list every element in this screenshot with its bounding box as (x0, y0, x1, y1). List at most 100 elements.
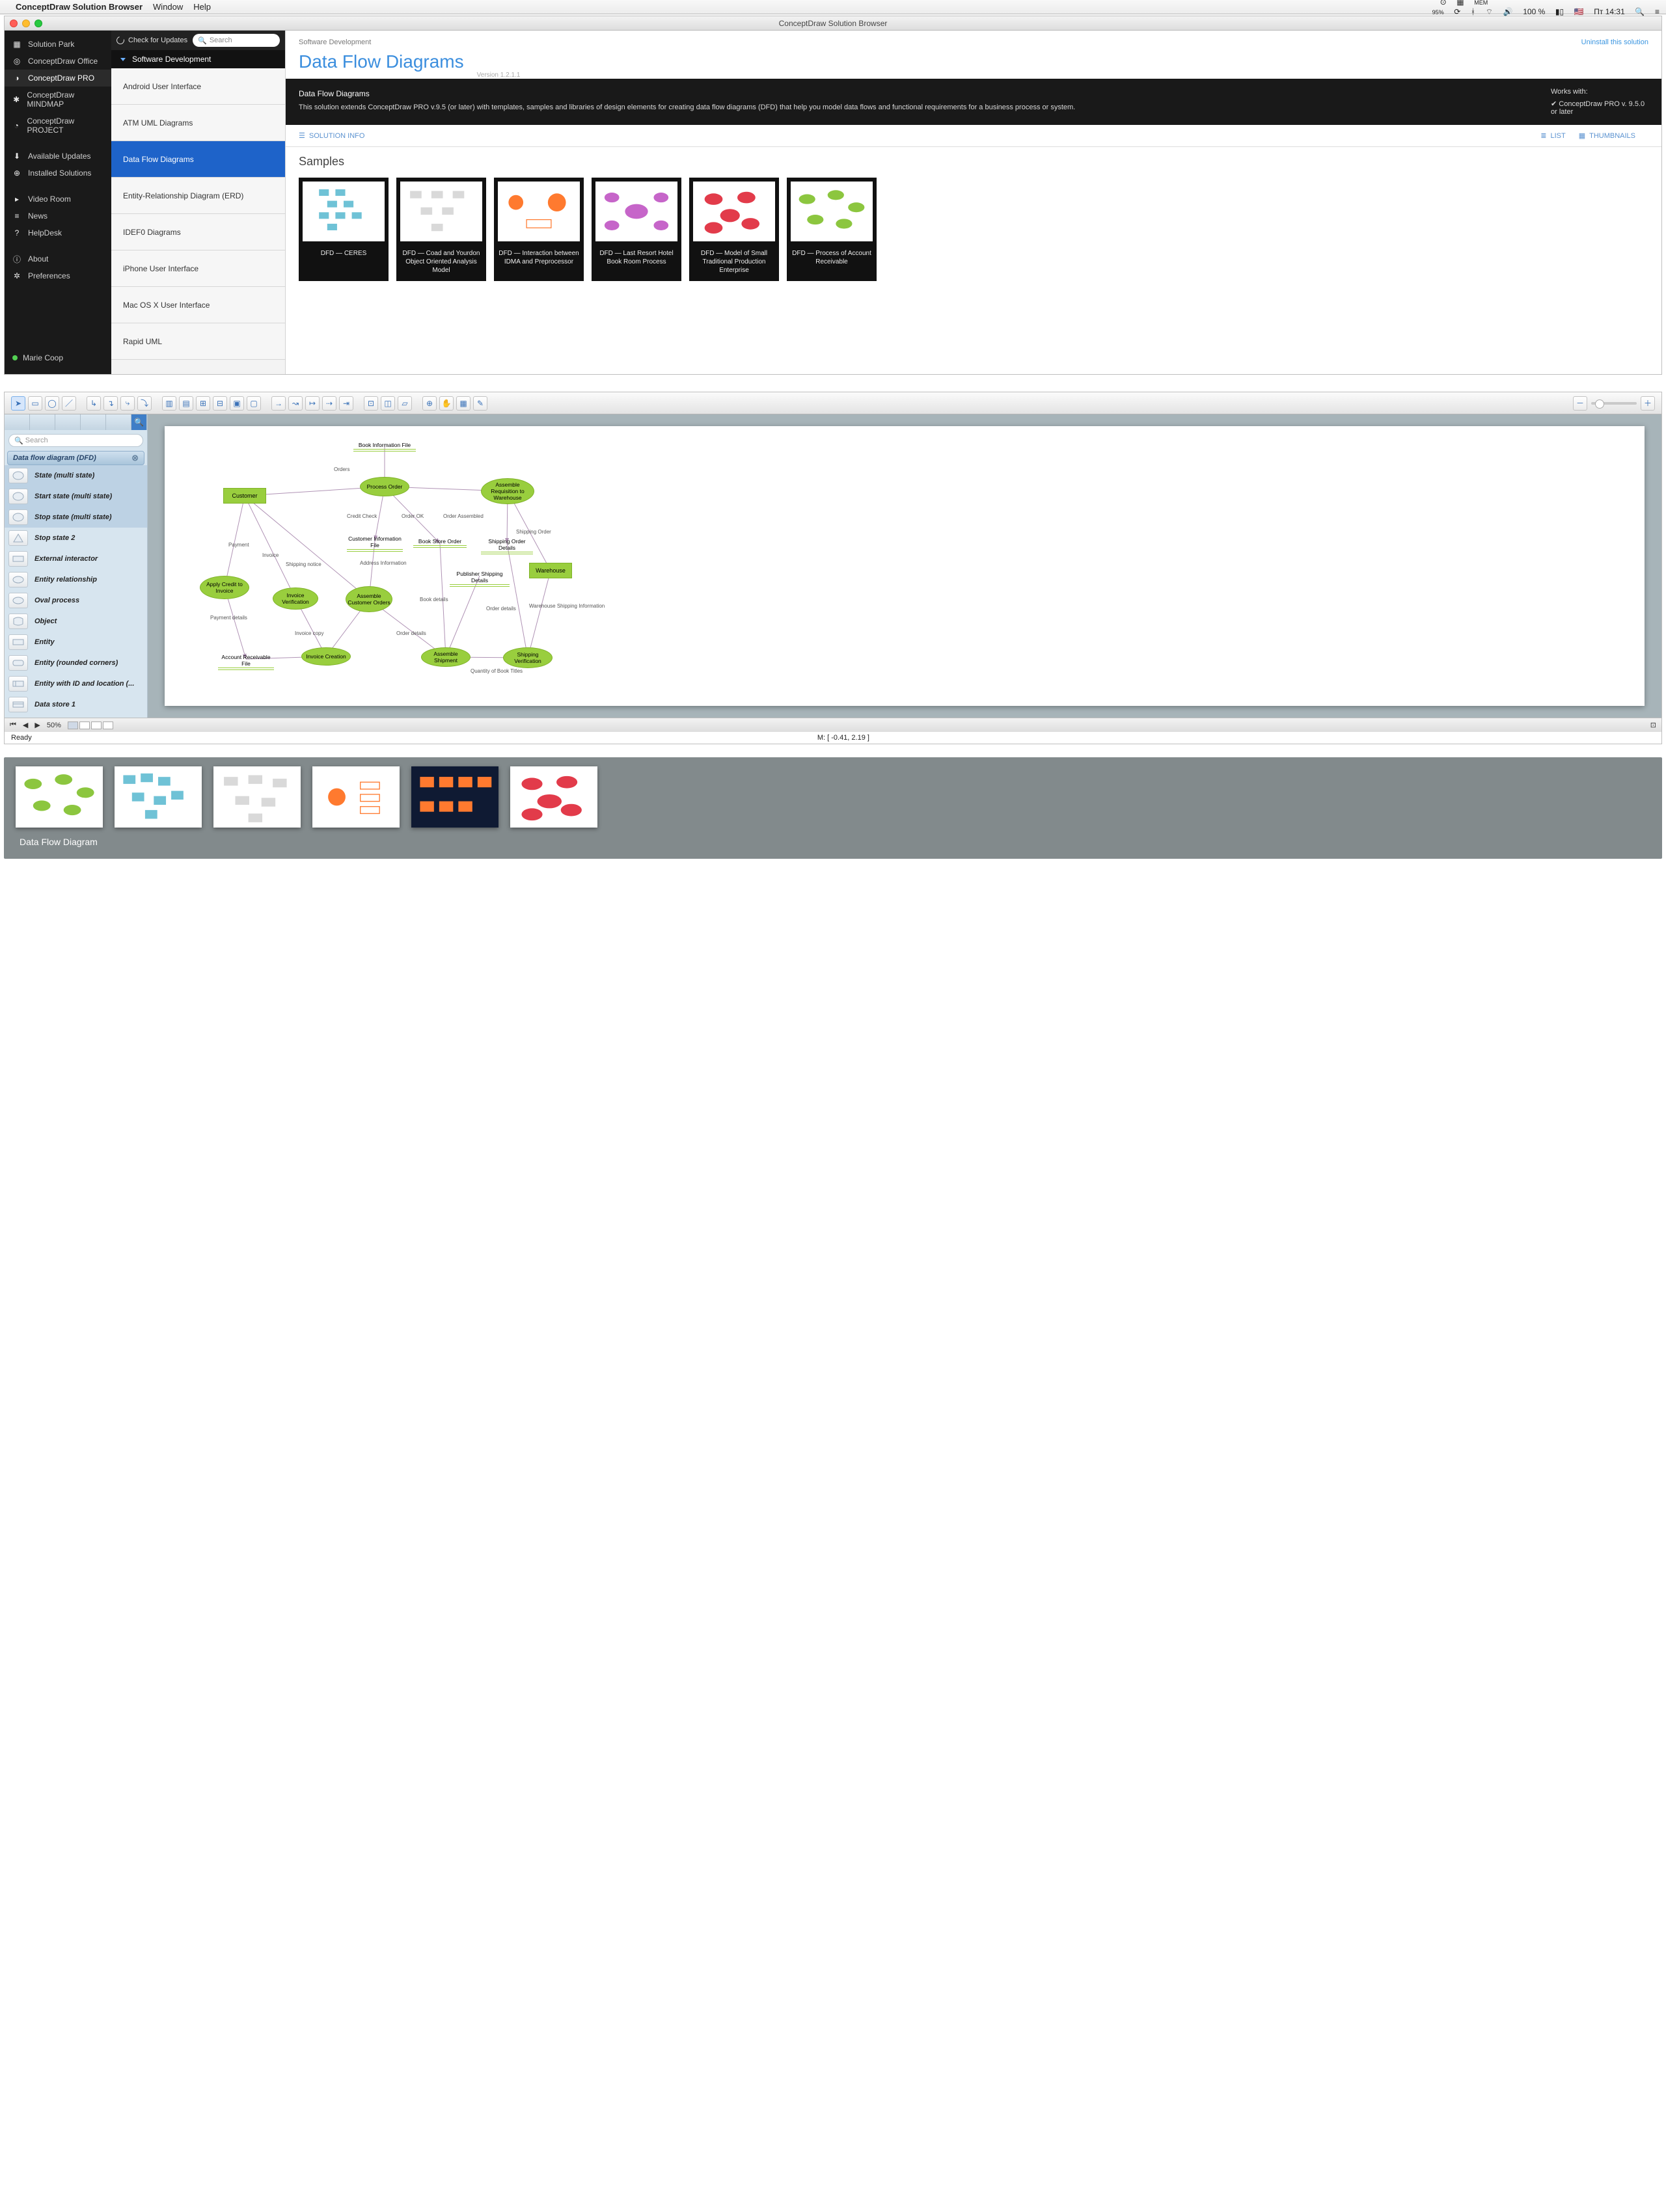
dfd-process[interactable]: Assemble Requisition to Warehouse (481, 478, 534, 504)
volume-icon[interactable]: 🔊 (1503, 7, 1513, 16)
lib-tab-2[interactable] (30, 414, 55, 430)
library-shape-row[interactable]: Entity (rounded corners) (5, 653, 147, 673)
sidebar-item[interactable]: ◔ConceptDraw PROJECT (5, 113, 111, 139)
spotlight-icon[interactable]: 🔍 (1635, 7, 1645, 16)
dfd-datastore[interactable]: Account Receivable File (218, 654, 274, 668)
bluetooth-icon[interactable]: ᚼ (1471, 7, 1475, 16)
sidebar-item[interactable]: ≡News (5, 208, 111, 224)
solution-list-item[interactable]: Rapid UML (111, 323, 285, 360)
tool-snap1[interactable]: ⊡ (364, 396, 378, 411)
minimize-icon[interactable] (22, 20, 30, 27)
tool-connector2[interactable]: ↴ (103, 396, 118, 411)
tool-arrow-style1[interactable]: → (271, 396, 286, 411)
dfd-entity[interactable]: Customer (223, 488, 266, 504)
dfd-datastore[interactable]: Book Information File (353, 442, 416, 450)
library-shape-row[interactable]: Stop state 2 (5, 528, 147, 548)
solution-list-item[interactable]: iPhone User Interface (111, 250, 285, 287)
page-thumb-4[interactable] (103, 722, 113, 729)
sidebar-item[interactable]: ⓘAbout (5, 250, 111, 267)
library-shape-row[interactable]: Stop state (multi state) (5, 507, 147, 528)
tool-group[interactable]: ⊞ (196, 396, 210, 411)
sidebar-item[interactable]: ▸Video Room (5, 191, 111, 208)
library-title[interactable]: Data flow diagram (DFD)⊗ (7, 451, 144, 465)
tool-arrow-style5[interactable]: ⇥ (339, 396, 353, 411)
search-input[interactable]: 🔍 Search (193, 34, 280, 47)
diagram-page[interactable]: CustomerWarehouseProcess OrderAssemble R… (165, 426, 1645, 706)
tool-zoom-fit[interactable]: ⊕ (422, 396, 437, 411)
menu-window[interactable]: Window (153, 2, 183, 12)
tool-connector3[interactable]: ⤷ (120, 396, 135, 411)
sample-card[interactable]: DFD — Coad and Yourdon Object Oriented A… (396, 178, 486, 281)
battery-text[interactable]: 100 % (1523, 7, 1545, 16)
template-thumb-6[interactable] (510, 766, 597, 828)
tool-connector1[interactable]: ↳ (87, 396, 101, 411)
canvas-area[interactable]: CustomerWarehouseProcess OrderAssemble R… (148, 414, 1661, 718)
page-thumb-3[interactable] (91, 722, 102, 729)
clock-icon[interactable]: ⊙ (1440, 0, 1447, 7)
library-shape-row[interactable]: Entity (5, 632, 147, 653)
dfd-process[interactable]: Invoice Verification (273, 587, 318, 610)
library-shape-row[interactable]: External interactor (5, 548, 147, 569)
tool-snap2[interactable]: ◫ (381, 396, 395, 411)
sidebar-item[interactable]: ✲Preferences (5, 267, 111, 284)
tool-front[interactable]: ▣ (230, 396, 244, 411)
dfd-datastore[interactable]: Shipping Order Details (481, 538, 533, 552)
solution-list-item[interactable]: ATM UML Diagrams (111, 105, 285, 141)
sidebar-item[interactable]: ✱ConceptDraw MINDMAP (5, 87, 111, 113)
uninstall-link[interactable]: Uninstall this solution (1581, 38, 1648, 46)
app-menu[interactable]: ConceptDraw Solution Browser (16, 2, 143, 12)
dfd-datastore[interactable]: Customer Information File (347, 535, 403, 550)
close-icon[interactable]: ⊗ (131, 453, 139, 463)
flag-icon[interactable]: 🇺🇸 (1574, 7, 1584, 16)
page-next[interactable]: ▶ (34, 721, 40, 729)
tool-align2[interactable]: ▤ (179, 396, 193, 411)
zoom-in-button[interactable]: ＋ (1641, 396, 1655, 411)
solution-list-item[interactable]: Data Flow Diagrams (111, 141, 285, 178)
titlebar[interactable]: ConceptDraw Solution Browser (5, 16, 1661, 31)
page-first[interactable]: ⏮ (10, 721, 16, 729)
dfd-entity[interactable]: Warehouse (529, 563, 572, 578)
tool-pan[interactable]: ✋ (439, 396, 454, 411)
tool-ungroup[interactable]: ⊟ (213, 396, 227, 411)
breadcrumb[interactable]: Software Development (299, 38, 371, 46)
tool-arrow[interactable]: ➤ (11, 396, 25, 411)
menu-help[interactable]: Help (193, 2, 211, 12)
tool-ellipse[interactable]: ◯ (45, 396, 59, 411)
dfd-datastore[interactable]: Book Store Order (413, 538, 467, 546)
solution-list-item[interactable]: Entity-Relationship Diagram (ERD) (111, 178, 285, 214)
template-thumb-3[interactable] (213, 766, 301, 828)
sample-card[interactable]: DFD — Process of Account Receivable (787, 178, 877, 281)
clock-text[interactable]: Пт 14:31 (1594, 7, 1624, 16)
close-icon[interactable] (10, 20, 18, 27)
dfd-process[interactable]: Assemble Customer Orders (346, 586, 392, 612)
dfd-process[interactable]: Assemble Shipment (421, 647, 471, 667)
library-shape-row[interactable]: Start state (multi state) (5, 486, 147, 507)
library-shape-row[interactable]: Data store 1 (5, 694, 147, 715)
user-status[interactable]: Marie Coop (5, 347, 111, 369)
page-prev[interactable]: ◀ (23, 721, 28, 729)
tool-eyedropper[interactable]: ✎ (473, 396, 487, 411)
check-updates-button[interactable]: Check for Updates (116, 36, 187, 44)
solution-list-item[interactable]: IDEF0 Diagrams (111, 214, 285, 250)
template-thumb-2[interactable] (115, 766, 202, 828)
sample-card[interactable]: DFD — Interaction between IDMA and Prepr… (494, 178, 584, 281)
tab-list[interactable]: ≣LIST (1540, 131, 1565, 140)
dfd-process[interactable]: Apply Credit to Invoice (200, 576, 249, 599)
zoom-icon[interactable] (34, 20, 42, 27)
sample-card[interactable]: DFD — Last Resort Hotel Book Room Proces… (592, 178, 681, 281)
dfd-datastore[interactable]: Publisher Shipping Details (450, 571, 510, 585)
sidebar-item[interactable]: ?HelpDesk (5, 224, 111, 241)
zoom-value[interactable]: 50% (47, 722, 61, 729)
dfd-process[interactable]: Invoice Creation (301, 647, 351, 666)
sidebar-item[interactable]: ◎ConceptDraw Office (5, 53, 111, 70)
tab-solution-info[interactable]: ☰SOLUTION INFO (299, 131, 364, 140)
library-shape-row[interactable]: Oval process (5, 590, 147, 611)
sidebar-item[interactable]: ⬇Available Updates (5, 148, 111, 165)
tool-line[interactable]: ／ (62, 396, 76, 411)
library-search-input[interactable]: 🔍 Search (8, 434, 143, 447)
category-header[interactable]: Software Development (111, 50, 285, 68)
lib-tab-3[interactable] (55, 414, 81, 430)
page-thumb-1[interactable] (68, 722, 78, 729)
dfd-process[interactable]: Shipping Verification (503, 647, 553, 668)
sidebar-item[interactable]: ◑ConceptDraw PRO (5, 70, 111, 87)
